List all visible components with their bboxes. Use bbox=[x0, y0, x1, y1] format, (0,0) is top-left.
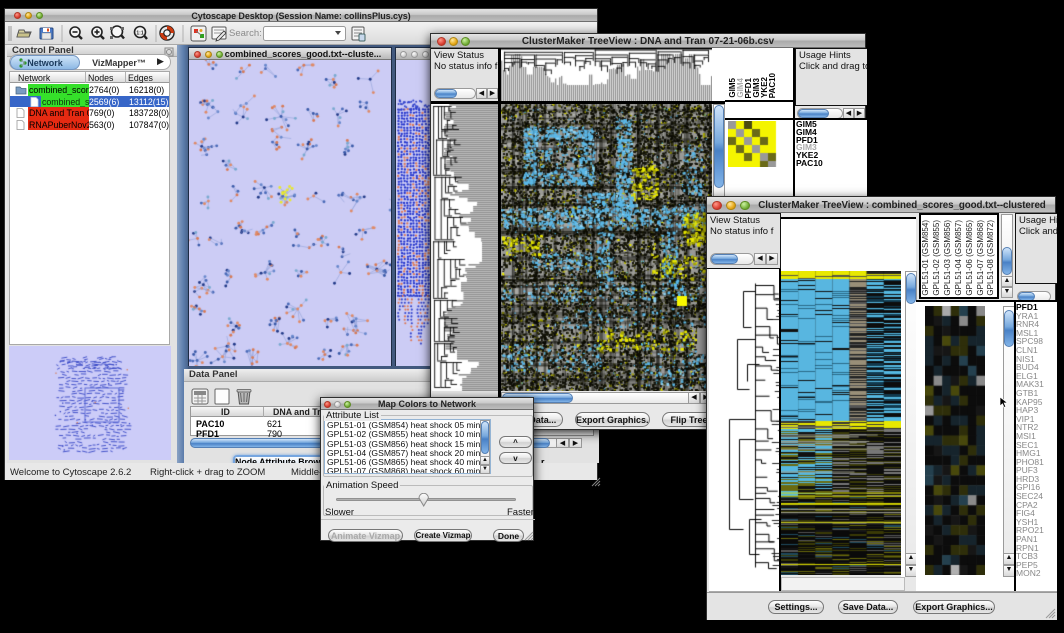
svg-text:Search:: Search: bbox=[229, 28, 262, 39]
svg-text:1:1: 1:1 bbox=[136, 31, 143, 37]
